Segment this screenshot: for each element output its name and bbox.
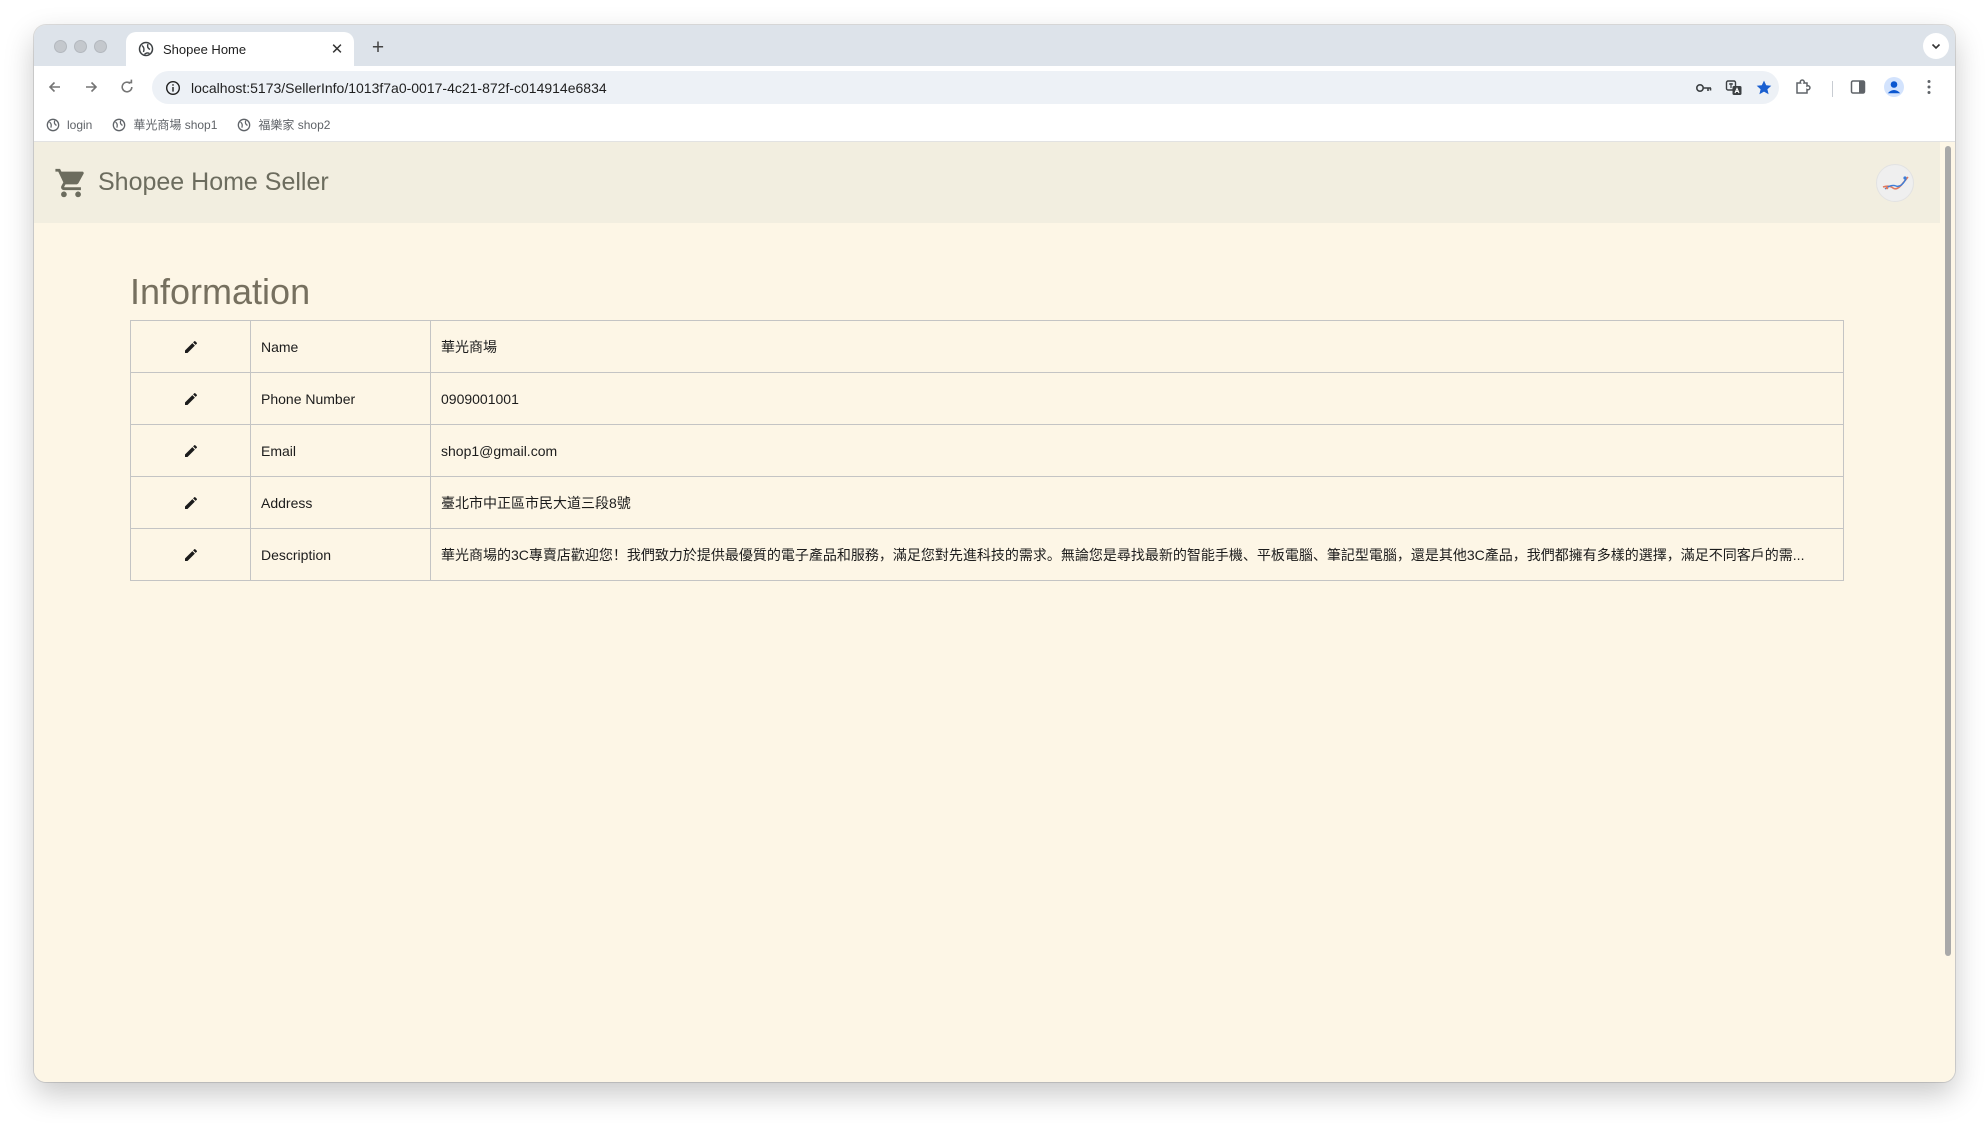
reload-icon (121, 79, 133, 93)
table-row: Email shop1@gmail.com (130, 424, 1844, 477)
globe-icon (46, 118, 60, 131)
bookmark-label: 福樂家 shop2 (258, 118, 331, 132)
table-row: Phone Number 0909001001 (130, 372, 1844, 425)
app-title[interactable]: Shopee Home Seller (98, 168, 329, 197)
edit-cell (130, 424, 251, 477)
site-info-icon[interactable] (163, 78, 183, 98)
edit-cell (130, 476, 251, 529)
tab-strip: Shopee Home ✕ + (34, 25, 1955, 66)
forward-button[interactable] (76, 72, 106, 102)
globe-icon (138, 41, 154, 57)
window-close-button[interactable] (54, 40, 67, 53)
field-label: Name (250, 320, 431, 373)
page-viewport: Shopee Home Seller Information Name 華光商場… (34, 142, 1955, 1082)
password-key-icon[interactable] (1689, 73, 1719, 103)
pencil-glyph-icon (184, 444, 197, 457)
star-icon (1756, 80, 1772, 94)
pencil-glyph-icon (184, 392, 197, 405)
field-label: Email (250, 424, 431, 477)
field-value: shop1@gmail.com (430, 424, 1844, 477)
bookmark-login[interactable]: login (46, 118, 92, 132)
extensions-puzzle-icon[interactable] (1788, 72, 1818, 102)
field-value: 華光商場的3C專賣店歡迎您！我們致力於提供最優質的電子產品和服務，滿足您對先進科… (430, 528, 1844, 581)
panel-icon (1850, 80, 1866, 94)
pencil-icon[interactable] (180, 388, 202, 410)
globe-icon (238, 118, 251, 131)
kebab-menu-icon (1927, 80, 1931, 94)
browser-toolbar: localhost:5173/SellerInfo/1013f7a0-0017-… (34, 66, 1955, 108)
page-title: Information (130, 271, 311, 312)
edit-cell (130, 372, 251, 425)
window-minimize-button[interactable] (74, 40, 87, 53)
url-text: localhost:5173/SellerInfo/1013f7a0-0017-… (191, 79, 607, 96)
table-row: Description 華光商場的3C專賣店歡迎您！我們致力於提供最優質的電子產… (130, 528, 1844, 581)
edit-cell (130, 320, 251, 373)
scrollbar-thumb[interactable] (1945, 146, 1951, 956)
new-tab-button[interactable]: + (364, 34, 392, 62)
chevron-down-icon (1931, 43, 1941, 50)
arrow-left-icon (48, 81, 60, 93)
browser-window: Shopee Home ✕ + localhost:5173/SellerInf… (34, 25, 1955, 1082)
cart-icon[interactable] (54, 166, 88, 200)
address-bar[interactable]: localhost:5173/SellerInfo/1013f7a0-0017-… (152, 71, 1779, 104)
page-scrollbar[interactable] (1943, 146, 1953, 956)
key-icon (1695, 83, 1712, 92)
field-value: 臺北市中正區市民大道三段8號 (430, 476, 1844, 529)
reload-button[interactable] (112, 72, 142, 102)
arrow-right-icon (86, 81, 98, 93)
tab-title: Shopee Home (163, 41, 247, 57)
avatar-image-icon (1882, 176, 1909, 190)
edit-cell (130, 528, 251, 581)
pencil-icon[interactable] (180, 492, 202, 514)
browser-menu-icon[interactable] (1914, 72, 1944, 102)
pencil-icon[interactable] (180, 336, 202, 358)
pencil-glyph-icon (184, 496, 197, 509)
app-header: Shopee Home Seller (34, 142, 1940, 223)
table-row: Address 臺北市中正區市民大道三段8號 (130, 476, 1844, 529)
translate-icon[interactable] (1719, 73, 1749, 103)
window-zoom-button[interactable] (94, 40, 107, 53)
bookmark-shop1[interactable]: 華光商場 shop1 (112, 116, 217, 133)
pencil-glyph-icon (184, 340, 197, 353)
bookmark-star-icon[interactable] (1749, 73, 1779, 103)
field-value: 0909001001 (430, 372, 1844, 425)
table-row: Name 華光商場 (130, 320, 1844, 373)
tab-search-button[interactable] (1923, 33, 1949, 59)
tab-close-icon[interactable]: ✕ (324, 36, 350, 62)
browser-tab-active[interactable]: Shopee Home ✕ (126, 32, 354, 66)
puzzle-icon (1796, 79, 1811, 94)
pencil-icon[interactable] (180, 440, 202, 462)
person-icon (1884, 77, 1904, 97)
side-panel-icon[interactable] (1843, 72, 1873, 102)
field-label: Phone Number (250, 372, 431, 425)
bookmarks-bar: login 華光商場 shop1 福樂家 shop2 (34, 108, 1955, 142)
bookmark-label: login (67, 117, 93, 132)
profile-icon[interactable] (1879, 72, 1909, 102)
pencil-icon[interactable] (180, 544, 202, 566)
user-avatar[interactable] (1876, 164, 1914, 202)
back-button[interactable] (40, 72, 70, 102)
globe-icon (113, 118, 126, 131)
bookmark-label: 華光商場 shop1 (133, 118, 218, 132)
field-label: Address (250, 476, 431, 529)
toolbar-divider (1832, 81, 1833, 97)
field-label: Description (250, 528, 431, 581)
bookmark-shop2[interactable]: 福樂家 shop2 (237, 116, 330, 133)
info-icon (165, 80, 181, 95)
seller-info-table: Name 華光商場 Phone Number 0909001001 Email … (130, 320, 1844, 581)
field-value: 華光商場 (430, 320, 1844, 373)
translate-glyph-icon (1725, 79, 1742, 95)
pencil-glyph-icon (184, 548, 197, 561)
